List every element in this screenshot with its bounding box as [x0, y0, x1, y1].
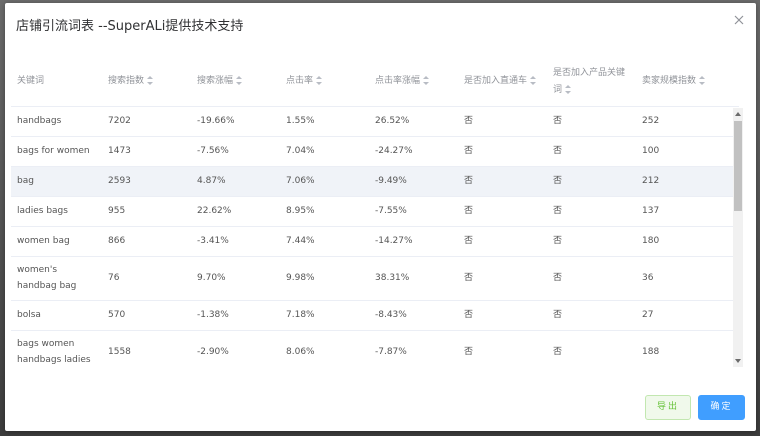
cell-seller-scale: 36 — [636, 256, 739, 301]
table-row[interactable]: bags women handbags ladies 1558 -2.90% 8… — [11, 330, 739, 367]
cell-in-product-keywords: 否 — [547, 136, 636, 167]
cell-in-p4p: 否 — [458, 136, 547, 167]
cell-ctr: 1.55% — [280, 106, 369, 137]
cell-keyword: bags women handbags ladies — [11, 330, 102, 367]
keyword-table-wrapper: 关键词 搜索指数 搜索涨幅 点击率 点击率涨幅 是否加入直通车 是否加入产品关键… — [11, 58, 739, 367]
cell-search-index: 1558 — [102, 330, 191, 367]
cell-search-index: 2593 — [102, 166, 191, 197]
cell-ctr-growth: -24.27% — [369, 136, 458, 167]
cell-ctr: 8.95% — [280, 196, 369, 227]
cell-in-product-keywords: 否 — [547, 330, 636, 367]
cell-in-product-keywords: 否 — [547, 256, 636, 301]
cell-in-p4p: 否 — [458, 196, 547, 227]
cell-keyword: ladies bags — [11, 196, 102, 227]
cell-in-product-keywords: 否 — [547, 166, 636, 197]
cell-seller-scale: 27 — [636, 300, 739, 331]
cell-in-product-keywords: 否 — [547, 106, 636, 137]
sort-icon[interactable] — [699, 76, 706, 86]
cell-in-product-keywords: 否 — [547, 196, 636, 227]
cell-seller-scale: 137 — [636, 196, 739, 227]
column-header-keyword: 关键词 — [11, 58, 102, 107]
cell-in-p4p: 否 — [458, 166, 547, 197]
cell-in-p4p: 否 — [458, 106, 547, 137]
column-header-ctr[interactable]: 点击率 — [280, 58, 369, 107]
cell-in-product-keywords: 否 — [547, 226, 636, 257]
confirm-button[interactable]: 确定 — [698, 395, 745, 420]
table-row[interactable]: handbags 7202 -19.66% 1.55% 26.52% 否 否 2… — [11, 106, 739, 137]
table-row[interactable]: ladies bags 955 22.62% 8.95% -7.55% 否 否 … — [11, 196, 739, 227]
cell-search-index: 7202 — [102, 106, 191, 137]
cell-in-product-keywords: 否 — [547, 300, 636, 331]
cell-in-p4p: 否 — [458, 226, 547, 257]
cell-keyword: bags for women — [11, 136, 102, 167]
table-row[interactable]: bags for women 1473 -7.56% 7.04% -24.27%… — [11, 136, 739, 167]
cell-ctr: 7.18% — [280, 300, 369, 331]
sort-icon[interactable] — [565, 84, 572, 94]
cell-ctr: 8.06% — [280, 330, 369, 367]
cell-seller-scale: 188 — [636, 330, 739, 367]
cell-ctr: 7.06% — [280, 166, 369, 197]
column-header-ctr-growth[interactable]: 点击率涨幅 — [369, 58, 458, 107]
close-icon — [734, 15, 744, 25]
cell-seller-scale: 252 — [636, 106, 739, 137]
table-row[interactable]: women's handbag bag 76 9.70% 9.98% 38.31… — [11, 256, 739, 301]
cell-search-growth: -2.90% — [191, 330, 280, 367]
cell-seller-scale: 100 — [636, 136, 739, 167]
cell-ctr: 7.44% — [280, 226, 369, 257]
cell-keyword: bag — [11, 166, 102, 197]
keyword-table: 关键词 搜索指数 搜索涨幅 点击率 点击率涨幅 是否加入直通车 是否加入产品关键… — [11, 58, 739, 367]
cell-search-index: 1473 — [102, 136, 191, 167]
column-header-in-p4p[interactable]: 是否加入直通车 — [458, 58, 547, 107]
sort-icon[interactable] — [236, 76, 243, 86]
cell-search-growth: 22.62% — [191, 196, 280, 227]
cell-in-p4p: 否 — [458, 330, 547, 367]
cell-search-index: 955 — [102, 196, 191, 227]
close-button[interactable] — [732, 13, 746, 27]
cell-in-p4p: 否 — [458, 256, 547, 301]
cell-search-index: 866 — [102, 226, 191, 257]
table-row[interactable]: women bag 866 -3.41% 7.44% -14.27% 否 否 1… — [11, 226, 739, 257]
cell-ctr: 9.98% — [280, 256, 369, 301]
table-scrollbar[interactable] — [733, 108, 743, 367]
cell-ctr-growth: -9.49% — [369, 166, 458, 197]
scroll-thumb[interactable] — [734, 121, 742, 211]
table-row[interactable]: bolsa 570 -1.38% 7.18% -8.43% 否 否 27 — [11, 300, 739, 331]
cell-search-growth: 9.70% — [191, 256, 280, 301]
cell-keyword: handbags — [11, 106, 102, 137]
sort-icon[interactable] — [423, 76, 430, 86]
cell-keyword: women bag — [11, 226, 102, 257]
table-header-row: 关键词 搜索指数 搜索涨幅 点击率 点击率涨幅 是否加入直通车 是否加入产品关键… — [11, 58, 739, 107]
dialog-title: 店铺引流词表 --SuperALi提供技术支持 — [16, 19, 244, 34]
cell-ctr-growth: -8.43% — [369, 300, 458, 331]
sort-icon[interactable] — [530, 76, 537, 86]
cell-search-growth: -7.56% — [191, 136, 280, 167]
cell-seller-scale: 180 — [636, 226, 739, 257]
sort-icon[interactable] — [147, 76, 154, 86]
cell-seller-scale: 212 — [636, 166, 739, 197]
column-header-in-product-keywords[interactable]: 是否加入产品关键词 — [547, 58, 636, 107]
cell-ctr-growth: -7.55% — [369, 196, 458, 227]
cell-keyword: women's handbag bag — [11, 256, 102, 301]
scroll-up-arrow-icon[interactable] — [735, 112, 741, 116]
column-header-search-growth[interactable]: 搜索涨幅 — [191, 58, 280, 107]
table-row[interactable]: bag 2593 4.87% 7.06% -9.49% 否 否 212 — [11, 166, 739, 197]
column-header-seller-scale[interactable]: 卖家规模指数 — [636, 58, 739, 107]
column-header-search-index[interactable]: 搜索指数 — [102, 58, 191, 107]
cell-search-index: 76 — [102, 256, 191, 301]
cell-search-growth: -1.38% — [191, 300, 280, 331]
cell-keyword: bolsa — [11, 300, 102, 331]
cell-ctr-growth: 26.52% — [369, 106, 458, 137]
cell-in-p4p: 否 — [458, 300, 547, 331]
cell-search-growth: -3.41% — [191, 226, 280, 257]
cell-search-growth: -19.66% — [191, 106, 280, 137]
cell-ctr-growth: -14.27% — [369, 226, 458, 257]
cell-ctr-growth: -7.87% — [369, 330, 458, 367]
export-button[interactable]: 导出 — [645, 395, 691, 420]
sort-icon[interactable] — [316, 76, 323, 86]
cell-ctr-growth: 38.31% — [369, 256, 458, 301]
cell-search-growth: 4.87% — [191, 166, 280, 197]
scroll-down-arrow-icon[interactable] — [735, 359, 741, 363]
cell-ctr: 7.04% — [280, 136, 369, 167]
cell-search-index: 570 — [102, 300, 191, 331]
